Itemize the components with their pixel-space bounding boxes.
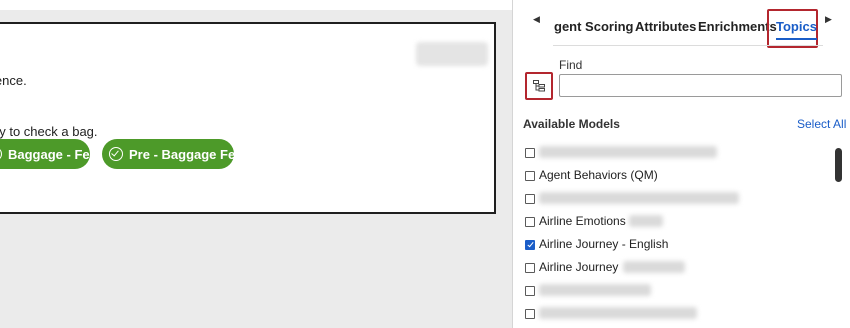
select-all-link[interactable]: Select All [797,117,846,131]
tabs-divider [553,45,823,46]
transcript-card: ience. ay to check a bag. Baggage - Fee … [0,22,496,214]
model-checkbox[interactable] [525,194,535,204]
find-label: Find [559,58,583,72]
panel-tabs: ◀ gent Scoring Attributes Enrichments To… [513,0,850,48]
topic-chip[interactable]: Pre - Baggage Fee [102,139,242,169]
model-row[interactable] [513,187,833,210]
caret-right-icon[interactable]: ▶ [825,14,832,25]
top-strip [0,0,512,10]
model-checkbox[interactable] [525,240,535,250]
redacted-model-name [629,215,663,227]
model-row[interactable]: Airline Journey [513,256,833,279]
redacted-model-name [539,307,697,319]
check-circle-icon [109,147,123,161]
model-row[interactable] [513,141,833,164]
available-models-title: Available Models [523,117,620,131]
model-label: Agent Behaviors (QM) [539,168,658,182]
find-input[interactable] [559,74,842,97]
redacted-model-name [623,261,685,273]
document-pane: ience. ay to check a bag. Baggage - Fee … [0,10,512,328]
scrollbar-thumb[interactable] [835,148,842,182]
model-checkbox[interactable] [525,171,535,181]
model-row[interactable]: Airline Emotions [513,210,833,233]
model-list-scrollbar[interactable] [835,148,842,328]
model-checkbox[interactable] [525,309,535,319]
transcript-line: ience. [0,73,27,88]
tab-topics[interactable]: Topics [767,9,818,48]
model-checkbox[interactable] [525,286,535,296]
topic-chip-label: Baggage - Fee [8,146,97,162]
redacted-model-name [539,192,739,204]
model-label: Airline Emotions [539,214,626,228]
model-checkbox[interactable] [525,217,535,227]
model-row[interactable] [513,279,833,302]
topic-chip-label: Pre - Baggage Fee [129,146,243,162]
side-panel: ◀ gent Scoring Attributes Enrichments To… [512,0,850,328]
tab-enrichments[interactable]: Enrichments [698,19,777,34]
topic-chip[interactable]: Baggage - Fee [0,139,97,169]
redacted-model-name [539,146,717,158]
tab-topics-label: Topics [776,19,817,40]
model-checkbox[interactable] [525,263,535,273]
caret-left-icon[interactable]: ◀ [533,14,540,25]
model-checkbox[interactable] [525,148,535,158]
tab-agent-scoring[interactable]: gent Scoring [554,19,633,34]
model-label: Airline Journey [539,260,619,274]
model-row[interactable]: Agent Behaviors (QM) [513,164,833,187]
model-row[interactable] [513,302,833,325]
tab-attributes[interactable]: Attributes [635,19,696,34]
tree-view-button[interactable] [525,72,553,100]
redacted-model-name [539,284,651,296]
redacted-tag [416,42,488,66]
model-list: Agent Behaviors (QM) Airline Emotions Ai… [513,140,843,328]
check-circle-icon [0,147,2,161]
model-label: Airline Journey - English [539,237,669,251]
tree-structure-icon [533,80,545,92]
model-row[interactable]: Airline Journey - English [513,233,833,256]
transcript-line: ay to check a bag. [0,124,98,139]
